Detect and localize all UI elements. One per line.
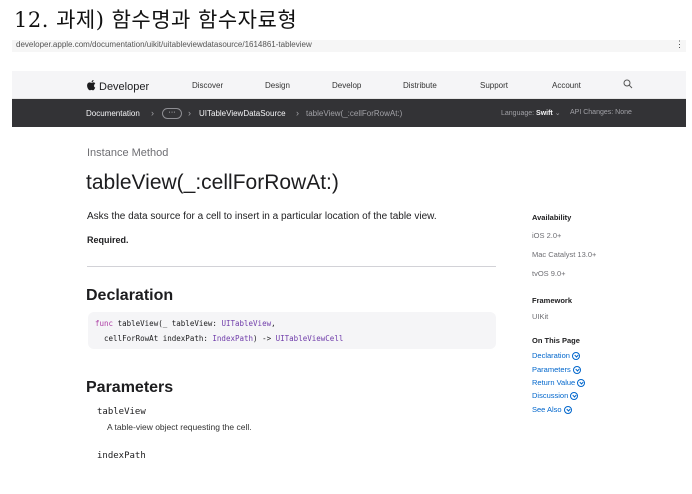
parameter-description: A table-view object requesting the cell. [107,422,252,432]
api-changes-toggle[interactable]: API Changes: None [570,109,632,116]
availability-heading: Availability [532,213,572,222]
toc-link-parameters[interactable]: Parameters [532,365,581,374]
page-title: tableView(_:cellForRowAt:) [86,171,339,194]
language-selector[interactable]: Language: Swift ⌄ [501,109,561,117]
nav-support[interactable]: Support [480,81,508,90]
nav-distribute[interactable]: Distribute [403,81,437,90]
more-menu-icon[interactable]: ⋮ [675,39,684,50]
code-type-link[interactable]: UITableView [221,319,271,328]
developer-logo-link[interactable]: Developer [86,79,149,94]
declaration-heading: Declaration [86,287,174,304]
global-nav: Developer Discover Design Develop Distri… [12,71,686,99]
chevron-down-circle-icon [577,378,586,387]
abstract: Asks the data source for a cell to inser… [87,211,437,222]
chevron-down-circle-icon [572,365,581,374]
document-heading: 12. 과제) 함수명과 함수자료형 [14,8,298,32]
address-bar[interactable]: developer.apple.com/documentation/uikit/… [12,39,686,52]
toc-link-return-value[interactable]: Return Value [532,378,586,387]
breadcrumb-separator-icon: › [188,108,191,118]
availability-item: iOS 2.0+ [532,231,562,240]
code-text: , [271,319,276,328]
nav-discover[interactable]: Discover [192,81,223,90]
parameter-name: indexPath [97,451,146,461]
breadcrumb-current: tableView(_:cellForRowAt:) [306,109,403,118]
framework-value: UIKit [532,312,549,321]
code-text: tableView(_ tableView: [113,319,222,328]
toc-label: Return Value [532,378,576,387]
api-changes-label: API Changes: [570,109,614,116]
nav-develop[interactable]: Develop [332,81,361,90]
breadcrumb-more-button[interactable]: ··· [162,108,182,119]
toc-label: See Also [532,405,562,414]
chevron-down-icon: ⌄ [554,110,561,117]
required-label: Required. [87,235,129,245]
toc-link-declaration[interactable]: Declaration [532,351,580,360]
nav-design[interactable]: Design [265,81,290,90]
nav-account[interactable]: Account [552,81,581,90]
code-type-link[interactable]: UITableViewCell [276,334,344,343]
api-changes-value: None [615,109,632,116]
brand-label: Developer [99,80,150,93]
framework-heading: Framework [532,296,573,305]
language-label: Language: [501,110,535,117]
search-icon[interactable] [623,79,633,89]
developer-page: Developer Discover Design Develop Distri… [12,71,686,494]
local-nav: Documentation › ··· › UITableViewDataSou… [12,99,686,127]
code-text: ) -> [253,334,276,343]
divider [87,266,496,267]
toc-link-see-also[interactable]: See Also [532,405,572,414]
code-type-link[interactable]: IndexPath [212,334,253,343]
parameters-heading: Parameters [86,379,174,396]
breadcrumb-documentation[interactable]: Documentation [86,109,140,118]
chevron-down-circle-icon [563,405,572,414]
declaration-code-block: func tableView(_ tableView: UITableView,… [88,312,496,349]
url-text[interactable]: developer.apple.com/documentation/uikit/… [16,40,312,49]
breadcrumb-separator-icon: › [151,108,154,118]
toc-link-discussion[interactable]: Discussion [532,391,579,400]
code-line-1: func tableView(_ tableView: UITableView, [95,319,276,328]
toc-label: Declaration [532,351,570,360]
symbol-kind: Instance Method [87,147,169,159]
language-value: Swift [536,110,553,117]
chevron-down-circle-icon [571,351,580,360]
apple-logo-icon [86,79,96,94]
code-text: cellForRowAt indexPath: [95,334,213,343]
chevron-down-circle-icon [570,391,579,400]
toc-label: Parameters [532,365,571,374]
on-this-page-heading: On This Page [532,336,580,345]
toc-label: Discussion [532,391,569,400]
parameter-name: tableView [97,407,146,417]
availability-item: tvOS 9.0+ [532,269,566,278]
breadcrumb-separator-icon: › [296,108,299,118]
code-line-2: cellForRowAt indexPath: IndexPath) -> UI… [95,334,343,343]
breadcrumb-datasource[interactable]: UITableViewDataSource [199,109,286,118]
code-keyword: func [95,319,114,328]
availability-item: Mac Catalyst 13.0+ [532,250,597,259]
